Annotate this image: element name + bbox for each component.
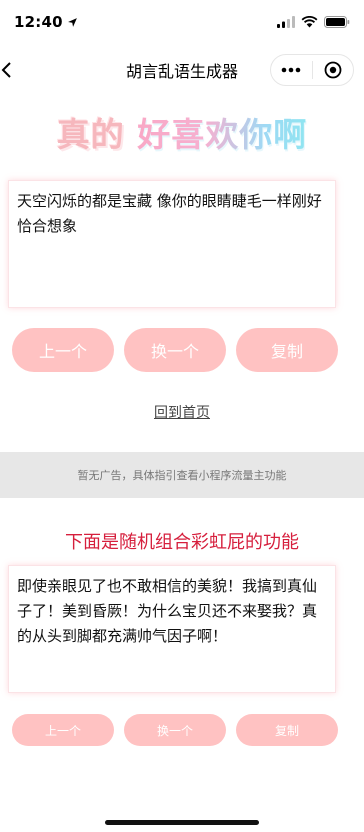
status-bar: 12:40 bbox=[0, 0, 364, 44]
status-time: 12:40 bbox=[14, 13, 63, 31]
nav-bar: 胡言乱语生成器 bbox=[0, 44, 364, 96]
status-icons bbox=[277, 16, 350, 28]
chevron-left-icon[interactable] bbox=[0, 60, 18, 80]
hero-title-part2: 好喜欢你啊 bbox=[137, 115, 308, 154]
battery-icon bbox=[324, 16, 350, 28]
copy-button[interactable]: 复制 bbox=[236, 328, 338, 372]
location-arrow-icon bbox=[67, 17, 77, 27]
mini-program-capsule bbox=[270, 54, 354, 86]
more-dots-icon bbox=[281, 67, 301, 73]
hero-title: 真的 好喜欢你啊 bbox=[0, 108, 364, 160]
previous-button[interactable]: 上一个 bbox=[12, 328, 114, 372]
back-home-link[interactable]: 回到首页 bbox=[0, 402, 364, 422]
generated-text-card: 天空闪烁的都是宝藏 像你的眼睛睫毛一样刚好恰合想象 bbox=[8, 180, 336, 308]
generated-text: 天空闪烁的都是宝藏 像你的眼睛睫毛一样刚好恰合想象 bbox=[17, 192, 322, 235]
compliment-copy-button[interactable]: 复制 bbox=[236, 714, 338, 746]
page-title: 胡言乱语生成器 bbox=[125, 62, 238, 81]
compliment-button-row: 上一个 换一个 复制 bbox=[12, 714, 338, 746]
compliment-text: 即使亲眼见了也不敢相信的美貌！我搞到真仙子了！美到昏厥！为什么宝贝还不来娶我？真… bbox=[17, 577, 318, 645]
section-title: 下面是随机组合彩虹屁的功能 bbox=[65, 532, 299, 553]
ad-placeholder-text: 暂无广告，具体指引查看小程序流量主功能 bbox=[77, 469, 287, 482]
wifi-icon bbox=[301, 16, 318, 28]
more-button[interactable] bbox=[271, 55, 312, 85]
compliment-text-card: 即使亲眼见了也不敢相信的美貌！我搞到真仙子了！美到昏厥！为什么宝贝还不来娶我？真… bbox=[8, 565, 336, 693]
generator-button-row: 上一个 换一个 复制 bbox=[12, 328, 338, 372]
ad-placeholder: 暂无广告，具体指引查看小程序流量主功能 bbox=[0, 452, 364, 498]
compliment-change-button[interactable]: 换一个 bbox=[124, 714, 226, 746]
signal-icon bbox=[277, 16, 295, 28]
target-close-icon bbox=[324, 61, 342, 79]
compliment-previous-button[interactable]: 上一个 bbox=[12, 714, 114, 746]
hero-title-part1: 真的 bbox=[56, 115, 125, 154]
close-button[interactable] bbox=[313, 55, 354, 85]
change-button[interactable]: 换一个 bbox=[124, 328, 226, 372]
home-indicator[interactable] bbox=[105, 820, 259, 825]
